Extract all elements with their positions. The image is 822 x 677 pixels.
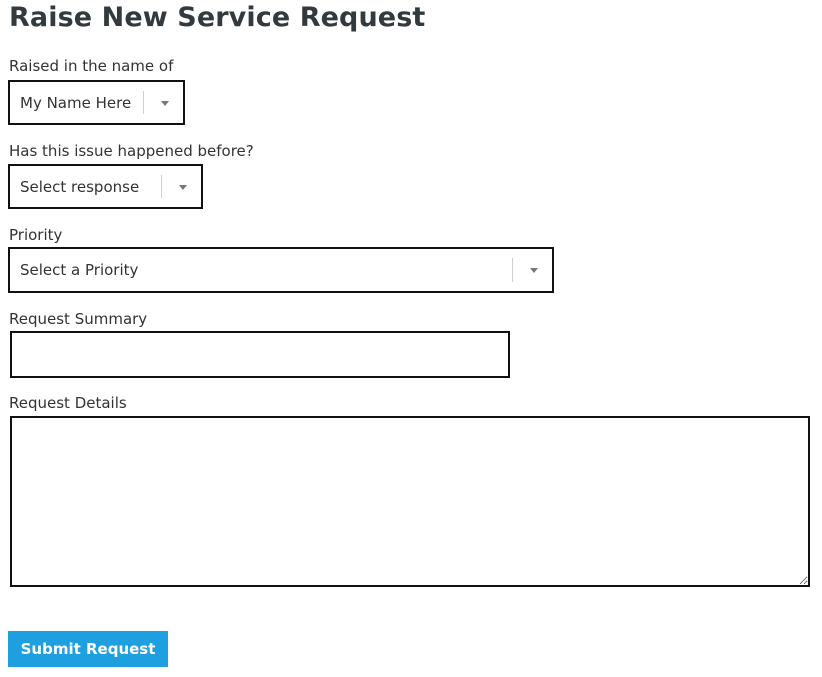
- request-summary-input[interactable]: [10, 331, 510, 378]
- select-divider: [512, 258, 513, 282]
- happened-before-value: Select response: [20, 177, 140, 196]
- happened-before-select[interactable]: Select response: [8, 164, 203, 209]
- request-summary-label: Request Summary: [9, 310, 148, 328]
- page-title: Raise New Service Request: [9, 2, 426, 33]
- request-details-label: Request Details: [9, 394, 127, 412]
- raised-in-name-of-value: My Name Here: [20, 93, 132, 112]
- raised-in-name-of-select[interactable]: My Name Here: [8, 80, 185, 125]
- chevron-down-icon: [530, 268, 538, 273]
- submit-request-button[interactable]: Submit Request: [8, 631, 168, 667]
- select-divider: [143, 91, 144, 114]
- chevron-down-icon: [161, 100, 169, 106]
- priority-label: Priority: [9, 226, 63, 244]
- chevron-down-icon: [179, 184, 187, 190]
- select-divider: [161, 175, 162, 198]
- happened-before-label: Has this issue happened before?: [9, 142, 254, 160]
- request-details-textarea[interactable]: [10, 416, 810, 587]
- raised-in-name-of-label: Raised in the name of: [9, 57, 174, 75]
- priority-select[interactable]: Select a Priority: [8, 247, 554, 293]
- priority-value: Select a Priority: [20, 261, 139, 279]
